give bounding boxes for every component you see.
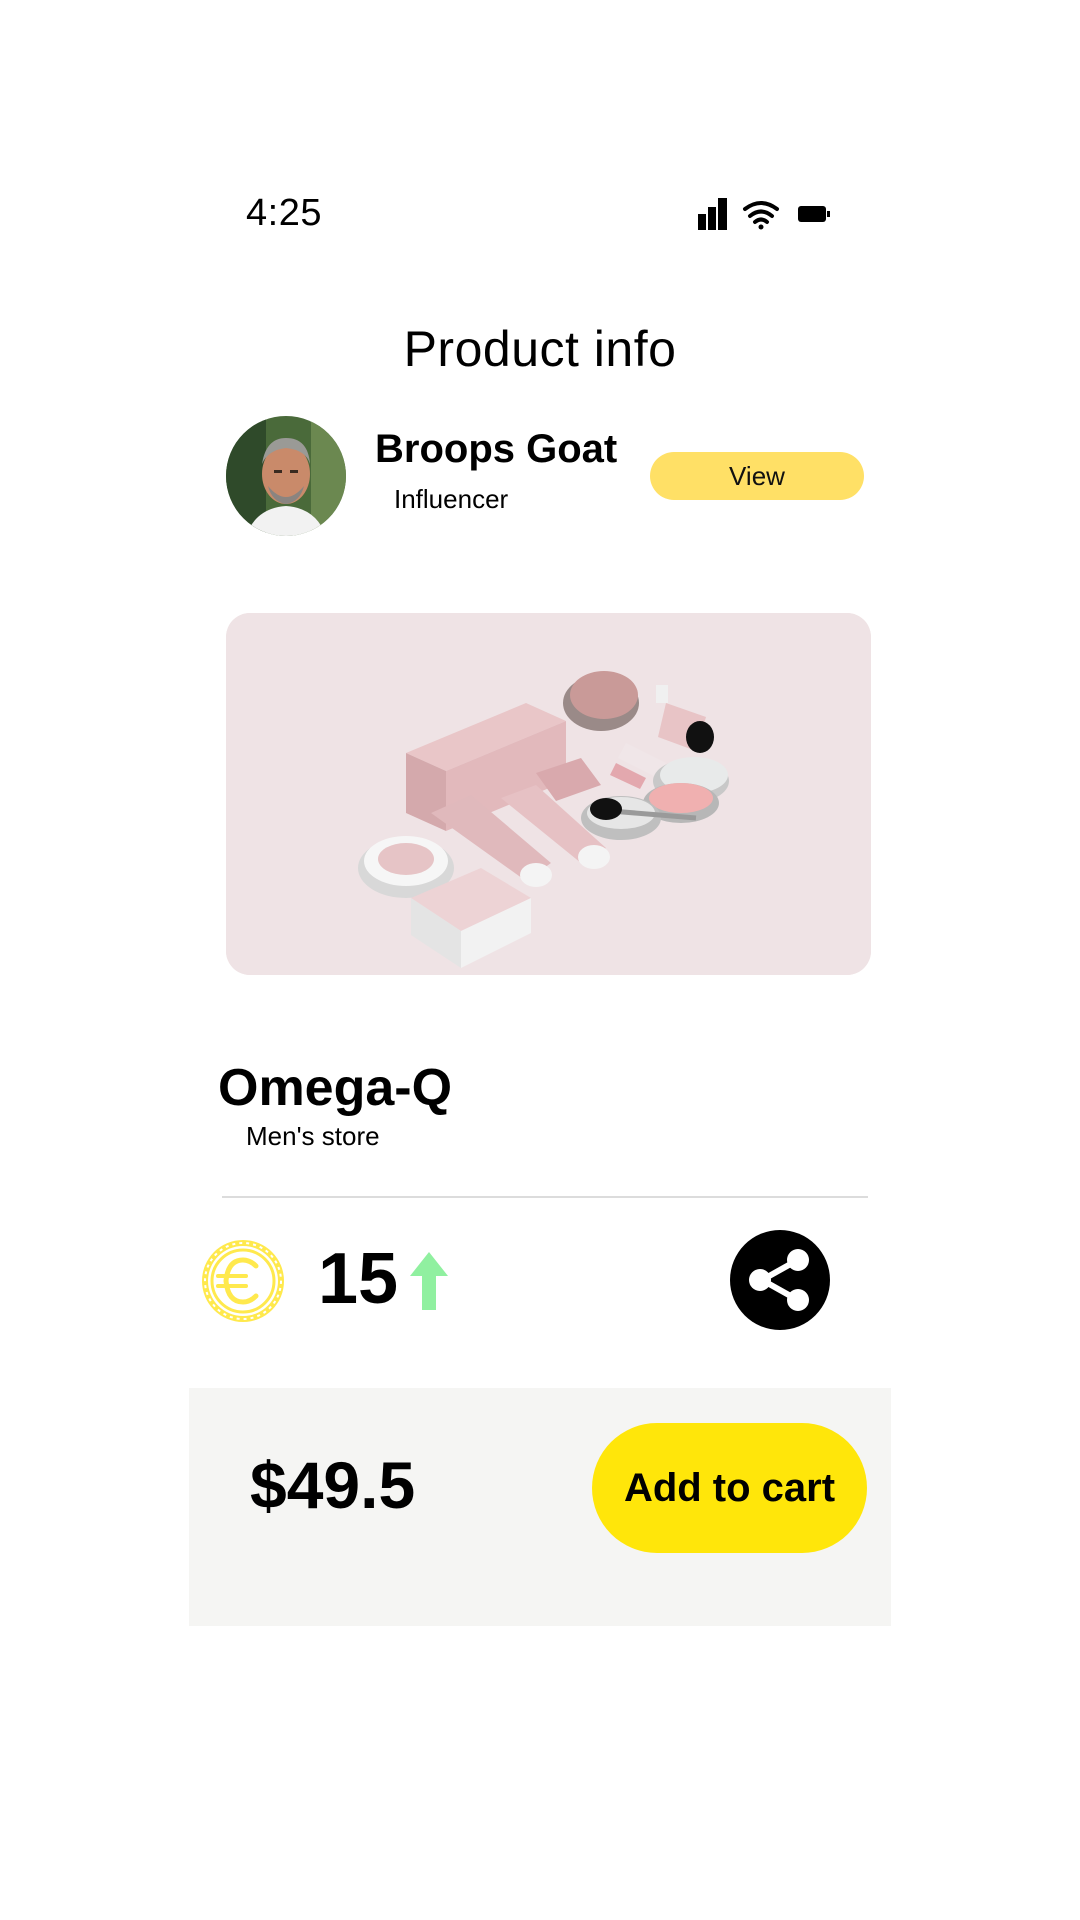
profile-name: Broops Goat: [375, 427, 618, 471]
battery-icon: [798, 206, 830, 222]
signal-icon: [698, 198, 727, 230]
page-title: Product info: [403, 321, 677, 377]
share-icon: [749, 1249, 809, 1311]
add-to-cart-button[interactable]: Add to cart: [592, 1423, 867, 1553]
divider: [222, 1196, 868, 1198]
product-name: Omega-Q: [218, 1059, 453, 1117]
product-image: [226, 613, 871, 975]
wifi-icon: [743, 201, 779, 230]
avatar[interactable]: [226, 416, 346, 536]
status-time: 4:25: [246, 192, 322, 234]
euro-coin-icon: [202, 1240, 284, 1322]
price: $49.5: [250, 1448, 416, 1522]
share-button[interactable]: [730, 1230, 830, 1330]
status-icons: [698, 198, 830, 230]
profile-role: Influencer: [394, 484, 509, 514]
points-value: 15: [318, 1239, 399, 1319]
view-profile-button[interactable]: View: [650, 452, 864, 500]
arrow-up-icon: [410, 1252, 448, 1310]
product-store: Men's store: [246, 1121, 380, 1151]
